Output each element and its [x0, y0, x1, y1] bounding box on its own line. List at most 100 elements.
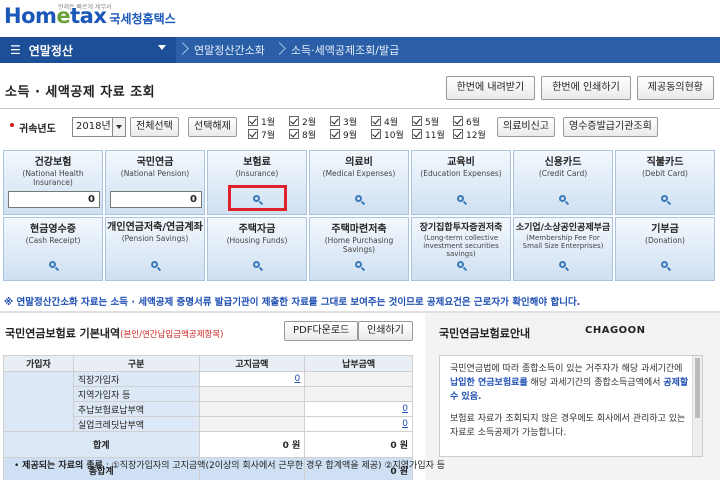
- checkbox-checked-icon: [371, 116, 381, 126]
- checkbox-checked-icon: [248, 116, 258, 126]
- checkbox-checked-icon: [289, 116, 299, 126]
- tile-credit-card[interactable]: 신용카드 (Credit Card): [513, 150, 613, 215]
- tile-title: 개인연금저축/연금계좌: [107, 222, 203, 233]
- year-select[interactable]: 2018년: [72, 117, 126, 137]
- month-checkbox-11[interactable]: 11월: [412, 128, 453, 141]
- tile-housing-funds[interactable]: 주택자금 (Housing Funds): [207, 217, 307, 281]
- receipt-issuer-lookup-button[interactable]: 영수증발급기관조회: [563, 117, 658, 137]
- chevron-right-icon: [273, 37, 283, 63]
- search-icon[interactable]: [354, 194, 366, 206]
- search-icon[interactable]: [354, 260, 366, 272]
- tile-cash-receipt[interactable]: 현금영수증 (Cash Receipt): [3, 217, 103, 281]
- logo-wordmark: Hometax: [4, 4, 107, 28]
- tile-subtitle: (Housing Funds): [226, 236, 288, 245]
- print-button[interactable]: 인쇄하기: [358, 321, 413, 341]
- deselect-all-button[interactable]: 선택해제: [188, 117, 237, 137]
- month-checkbox-7[interactable]: 7월: [248, 128, 289, 141]
- tile-title: 의료비: [345, 157, 373, 168]
- breadcrumb-yearend-simple[interactable]: 연말정산간소화: [186, 42, 273, 58]
- notice-text: ※ 연말정산간소화 자료는 소득 · 세액공제 증명서류 발급기관이 제출한 자…: [4, 297, 581, 308]
- download-all-button[interactable]: 한번에 내려받기: [445, 76, 536, 100]
- search-icon[interactable]: [456, 260, 468, 272]
- tile-subtitle: (National Pension): [120, 169, 190, 178]
- print-all-button[interactable]: 한번에 인쇄하기: [541, 76, 631, 100]
- health-insurance-amount-field[interactable]: 0: [8, 191, 100, 208]
- table-sum-row: 합계 0 원 0 원: [3, 431, 413, 458]
- tile-long-term-investment-savings[interactable]: 장기집합투자증권저축 (Long-term collective investm…: [411, 217, 511, 281]
- tile-debit-card[interactable]: 직불카드 (Debit Card): [615, 150, 715, 215]
- watermark-brand: CHAGOON: [585, 325, 646, 336]
- provided-data-types: • 제공되는 자료의 종류 : ①직장가입자의 고지금액(2이상의 회사에서 근…: [14, 461, 446, 471]
- month-checkbox-4[interactable]: 4월: [371, 115, 412, 128]
- tile-title: 기부금: [651, 224, 679, 235]
- tile-health-insurance[interactable]: 건강보험 (National Health Insurance) 0: [3, 150, 103, 215]
- pdf-download-button[interactable]: PDF다운로드: [284, 321, 359, 341]
- search-icon[interactable]: [558, 194, 570, 206]
- medical-report-button[interactable]: 의료비신고: [497, 117, 555, 137]
- table-header-row: 가입자 구분 고지금액 납부금액: [3, 355, 413, 372]
- checkbox-checked-icon: [248, 129, 258, 139]
- notice-amount-link[interactable]: 0: [295, 374, 301, 384]
- tile-title: 주택마련저축: [331, 224, 387, 235]
- tile-donation[interactable]: 기부금 (Donation): [615, 217, 715, 281]
- month-checkbox-5[interactable]: 5월: [412, 115, 453, 128]
- column-header: 가입자: [3, 355, 74, 372]
- checkbox-checked-icon: [412, 116, 422, 126]
- section-title: 국민연금보험료 기본내역(본인/연간납입금액공제항목): [5, 325, 224, 341]
- search-icon[interactable]: [660, 194, 672, 206]
- tile-subtitle: (Insurance): [235, 169, 279, 178]
- breadcrumb-deduction-lookup[interactable]: 소득·세액공제조회/발급: [283, 42, 407, 58]
- row-type: 직장가입자: [72, 371, 200, 387]
- month-checkbox-9[interactable]: 9월: [330, 128, 371, 141]
- tile-title: 현금영수증: [30, 224, 76, 235]
- table-row: 직장가입자 0: [3, 371, 413, 432]
- search-icon[interactable]: [558, 260, 570, 272]
- highlight-box: [228, 185, 287, 211]
- tile-education-expenses[interactable]: 교육비 (Education Expenses): [411, 150, 511, 215]
- month-checkbox-12[interactable]: 12월: [453, 128, 494, 141]
- search-icon[interactable]: [150, 260, 162, 272]
- column-header: 고지금액: [198, 355, 306, 372]
- info-panel-box: 국민연금법에 따라 종합소득이 있는 거주자가 해당 과세기간에 납입한 연금보…: [439, 355, 703, 457]
- tile-pension-savings[interactable]: 개인연금저축/연금계좌 (Pension Savings): [105, 217, 205, 281]
- tile-medical-expenses[interactable]: 의료비 (Medical Expenses): [309, 150, 409, 215]
- top-button-group: 한번에 내려받기 한번에 인쇄하기 제공동의현황: [445, 76, 714, 100]
- checkbox-checked-icon: [453, 116, 463, 126]
- month-checkbox-3[interactable]: 3월: [330, 115, 371, 128]
- hometax-logo[interactable]: Hometax 국세청홈택스: [4, 4, 176, 28]
- sum-notice-amount: 0 원: [198, 431, 306, 458]
- tile-home-purchasing-savings[interactable]: 주택마련저축 (Home Purchasing Savings): [309, 217, 409, 281]
- row-type: 추납보험료납부액: [72, 401, 200, 417]
- notice-amount: [198, 416, 306, 432]
- scrollbar[interactable]: [692, 356, 702, 456]
- tile-title: 국민연금: [136, 157, 174, 168]
- tile-title: 직불카드: [646, 157, 684, 168]
- consent-status-button[interactable]: 제공동의현황: [636, 76, 714, 100]
- month-checkbox-6[interactable]: 6월: [453, 115, 494, 128]
- info-panel: 국민연금보험료안내 CHAGOON 국민연금법에 따라 종합소득이 있는 거주자…: [425, 313, 720, 480]
- national-pension-amount-field[interactable]: 0: [110, 191, 202, 208]
- month-checkbox-2[interactable]: 2월: [289, 115, 330, 128]
- header-bar: 언제든 빠르게 세무서 Hometax 국세청홈택스: [0, 0, 720, 40]
- tile-subtitle: (Credit Card): [538, 169, 588, 178]
- notice-amount: [198, 386, 306, 402]
- search-icon[interactable]: [660, 260, 672, 272]
- nav-menu-dropdown[interactable]: ☰ 연말정산: [0, 37, 176, 63]
- tile-title: 주택자금: [238, 224, 276, 235]
- search-icon[interactable]: [252, 260, 264, 272]
- tile-subtitle: (Donation): [645, 236, 685, 245]
- select-all-button[interactable]: 전체선택: [130, 117, 179, 137]
- month-checkbox-8[interactable]: 8월: [289, 128, 330, 141]
- month-checkbox-1[interactable]: 1월: [248, 115, 289, 128]
- tile-national-pension[interactable]: 국민연금 (National Pension) 0: [105, 150, 205, 215]
- paid-amount-link[interactable]: 0: [402, 404, 408, 414]
- tile-insurance[interactable]: 보험료 (Insurance): [207, 150, 307, 215]
- tile-subtitle: (Education Expenses): [420, 169, 502, 178]
- search-icon[interactable]: [456, 194, 468, 206]
- paid-amount-link[interactable]: 0: [402, 419, 408, 429]
- checkbox-checked-icon: [330, 129, 340, 139]
- search-icon[interactable]: [48, 260, 60, 272]
- page-title: 소득 · 세액공제 자료 조회: [5, 85, 156, 100]
- month-checkbox-10[interactable]: 10월: [371, 128, 412, 141]
- tile-small-business-mutual-aid[interactable]: 소기업/소상공인공제부금 (Membership Fee For Small S…: [513, 217, 613, 281]
